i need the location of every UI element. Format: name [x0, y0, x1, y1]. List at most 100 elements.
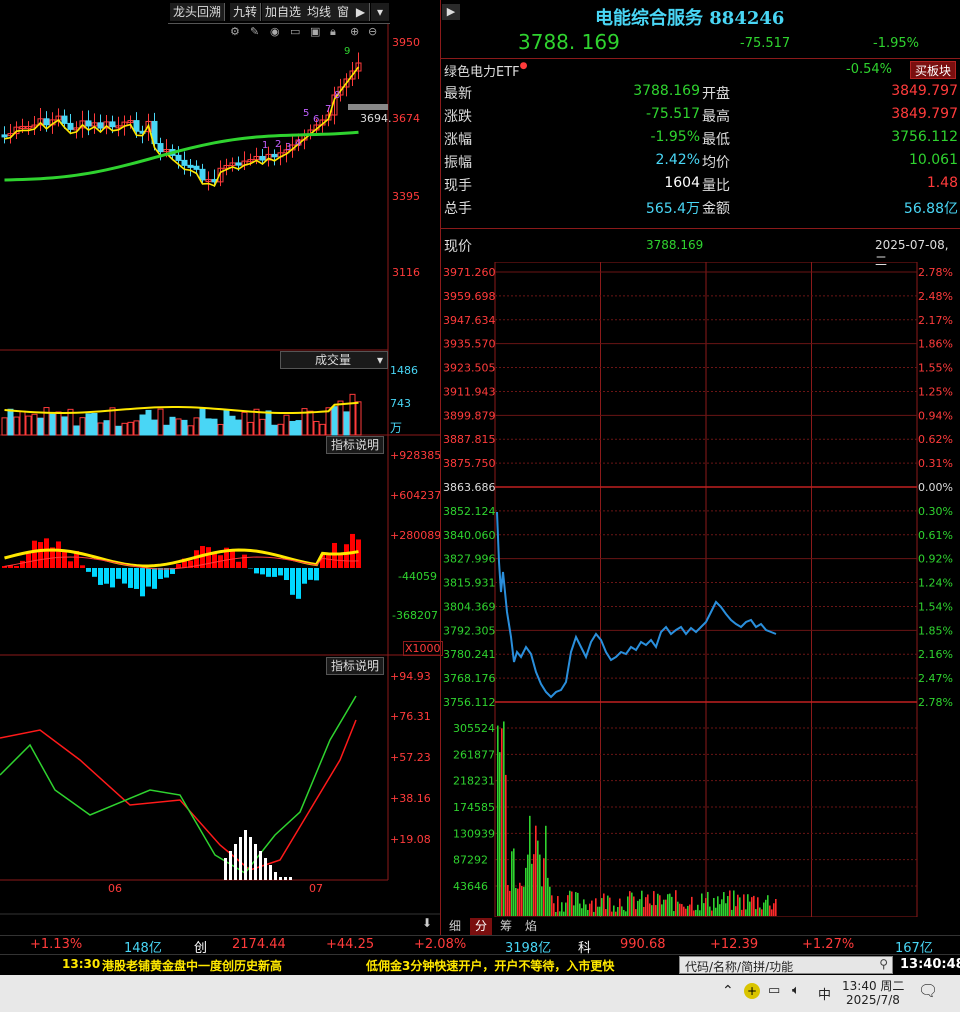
- quote-row: 振幅 2.42% 均价 10.061: [444, 152, 960, 175]
- intraday-volume-bar: [699, 910, 701, 916]
- volume-bar: [265, 410, 272, 436]
- related-etf-name[interactable]: 绿色电力ETF●: [444, 61, 528, 80]
- volume-dropdown[interactable]: 成交量 ▾: [280, 351, 388, 369]
- price-axis-label: 3899.879: [443, 409, 496, 422]
- tab-detail[interactable]: 细: [444, 918, 466, 935]
- kdj-bar: [224, 858, 227, 880]
- volume-bar: [133, 420, 140, 436]
- nine-turn-digit: 7: [325, 104, 331, 115]
- quote-row: 涨幅 -1.95% 最低 3756.112: [444, 129, 960, 152]
- intraday-chart[interactable]: 3971.260 2.78% 3959.698 2.48% 3947.634 2.17% 3…: [441, 262, 960, 917]
- intraday-volume-bar: [755, 909, 757, 916]
- kline-candle: [175, 154, 182, 161]
- intraday-volume-bar: [577, 892, 579, 916]
- intraday-volume-bar: [597, 906, 599, 916]
- intraday-volume-bar: [591, 900, 593, 916]
- ticker-ad[interactable]: 低佣金3分钟快速开户，开户不等待，入市更快: [366, 957, 614, 974]
- search-placeholder: 代码/名称/简拼/功能: [685, 960, 794, 974]
- macd-bar: [314, 568, 319, 581]
- related-etf-label: 绿色电力ETF: [444, 65, 520, 80]
- macd-bar: [32, 540, 37, 568]
- macd-bar: [128, 568, 133, 588]
- intraday-volume-bar: [709, 906, 711, 916]
- tab-flame[interactable]: 焰: [520, 918, 542, 935]
- search-input[interactable]: 代码/名称/简拼/功能 ⚲: [679, 956, 893, 974]
- status-item: +2.08%: [414, 937, 467, 952]
- volume-bar: [187, 425, 194, 436]
- intraday-volume-bar: [561, 902, 563, 916]
- kline-candle: [157, 143, 164, 153]
- macd-bar: [242, 554, 247, 568]
- price-axis-label: 3852.124: [443, 505, 496, 518]
- left-chart-panel: 龙头回溯 九转 加自选 均线 窗 ▶ ▾ ⚙ ✎ ◉ ▭ ▣ 🔒︎ ⊕ ⊖ 12…: [0, 0, 443, 935]
- intraday-volume-bar: [627, 896, 629, 916]
- intraday-volume-bar: [623, 909, 625, 916]
- price-axis-label: 3804.369: [443, 600, 496, 613]
- macd-bar: [236, 561, 241, 568]
- intraday-volume-bar: [721, 899, 723, 916]
- nine-turn-digit: 2: [275, 139, 281, 150]
- macd-bar: [284, 568, 289, 581]
- intraday-volume-bar: [763, 902, 765, 916]
- macd-help-button[interactable]: 指标说明: [326, 436, 384, 454]
- volume-bar: [289, 420, 296, 436]
- volume-icon[interactable]: 🔈︎: [792, 983, 800, 998]
- kdj-y-label: +76.31: [390, 710, 431, 723]
- buy-sector-button[interactable]: 买板块: [910, 61, 956, 79]
- intraday-volume-bar: [633, 896, 635, 916]
- volume-bar: [85, 413, 92, 436]
- quote-label: 最低: [702, 132, 730, 148]
- volume-bar: [31, 413, 38, 436]
- intraday-volume-bar: [541, 886, 543, 916]
- intraday-volume-bar: [639, 899, 641, 916]
- intraday-volume-bar: [733, 890, 735, 916]
- pct-axis-label: 0.62%: [918, 433, 953, 446]
- intraday-volume-bar: [725, 903, 727, 916]
- intraday-volume-bar: [637, 900, 639, 916]
- intraday-volume-bar: [519, 882, 521, 916]
- macd-bar: [98, 568, 103, 585]
- intraday-volume-bar: [667, 894, 669, 916]
- download-icon[interactable]: ⬇: [422, 916, 432, 930]
- pct-axis-label: 2.78%: [918, 696, 953, 709]
- volume-bar: [211, 418, 218, 436]
- tab-chips[interactable]: 筹: [495, 918, 517, 935]
- kdj-help-button[interactable]: 指标说明: [326, 657, 384, 675]
- intraday-volume-bar: [573, 905, 575, 916]
- pct-axis-label: 0.31%: [918, 457, 953, 470]
- tab-minute[interactable]: 分: [470, 918, 492, 935]
- intraday-volume-bar: [703, 903, 705, 916]
- volume-bar: [37, 417, 44, 436]
- pct-axis-label: 1.85%: [918, 624, 953, 637]
- volume-bar: [331, 406, 338, 436]
- chevron-up-icon[interactable]: ⌃: [722, 983, 734, 999]
- macd-bar: [344, 544, 349, 568]
- notification-icon[interactable]: 🗨︎: [918, 981, 938, 1000]
- app-tray-icon[interactable]: +: [744, 983, 760, 999]
- intraday-volume-bar: [625, 911, 627, 916]
- ticker-clock: 13:40:48: [900, 957, 960, 972]
- right-header-play-icon[interactable]: ▶: [442, 4, 460, 20]
- quote-label: 均价: [702, 155, 730, 171]
- volume-axis-label: 218231: [453, 775, 495, 788]
- intraday-volume-bar: [517, 888, 519, 916]
- nine-turn-digit: 9: [344, 46, 350, 57]
- ticker-news[interactable]: 港股老铺黄金盘中一度创历史新高: [102, 957, 282, 974]
- quote-value: 565.4万: [645, 201, 700, 217]
- volume-bar: [307, 410, 314, 436]
- volume-bar: [217, 423, 224, 436]
- intraday-volume-bar: [581, 908, 583, 916]
- taskbar-time[interactable]: 13:40 周二: [842, 977, 904, 994]
- ime-indicator[interactable]: 中: [818, 984, 831, 1003]
- pct-axis-label: 2.48%: [918, 290, 953, 303]
- volume-axis-label: 261877: [453, 748, 495, 761]
- macd-bar: [80, 565, 85, 568]
- quote-label: 涨幅: [444, 132, 472, 148]
- intraday-volume-bar: [513, 848, 515, 916]
- intraday-volume-bar: [557, 896, 559, 916]
- taskbar-date[interactable]: 2025/7/8: [846, 993, 900, 1007]
- monitor-icon[interactable]: ▭: [768, 983, 780, 998]
- intraday-volume-bar: [551, 895, 553, 916]
- intraday-volume-bar: [727, 896, 729, 916]
- macd-bar: [260, 568, 265, 575]
